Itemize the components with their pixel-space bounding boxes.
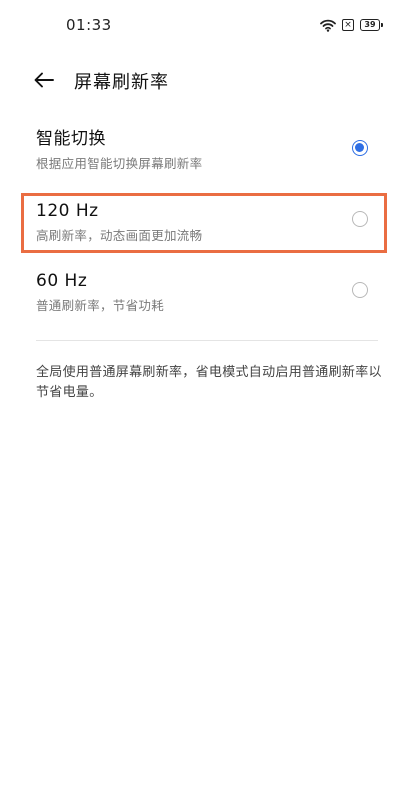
option-60hz[interactable]: 60 Hz 普通刷新率，节省功耗 <box>36 270 382 315</box>
status-time: 01:33 <box>66 16 112 34</box>
option-title: 60 Hz <box>36 271 88 291</box>
page-title: 屏幕刷新率 <box>74 72 169 93</box>
status-icons: × 39 <box>320 17 383 33</box>
option-subtitle: 高刷新率，动态画面更加流畅 <box>36 228 203 243</box>
status-bar: 01:33 × 39 <box>0 0 402 50</box>
option-smart-switch[interactable]: 智能切换 根据应用智能切换屏幕刷新率 <box>36 128 382 173</box>
option-title: 智能切换 <box>36 129 106 149</box>
divider <box>36 340 378 341</box>
battery-icon: 39 <box>360 19 383 31</box>
wifi-icon <box>320 19 336 32</box>
radio-unselected[interactable] <box>352 282 368 298</box>
option-subtitle: 普通刷新率，节省功耗 <box>36 298 165 313</box>
radio-unselected[interactable] <box>352 211 368 227</box>
arrow-left-icon[interactable] <box>33 69 55 91</box>
option-120hz[interactable]: 120 Hz 高刷新率，动态画面更加流畅 <box>36 200 382 245</box>
footnote: 全局使用普通屏幕刷新率，省电模式自动启用普通刷新率以节省电量。 <box>36 365 382 400</box>
option-title: 120 Hz <box>36 201 99 221</box>
radio-selected[interactable] <box>352 140 368 156</box>
option-subtitle: 根据应用智能切换屏幕刷新率 <box>36 156 203 171</box>
sim-card-icon: × <box>342 19 354 31</box>
header: 屏幕刷新率 <box>0 60 402 100</box>
